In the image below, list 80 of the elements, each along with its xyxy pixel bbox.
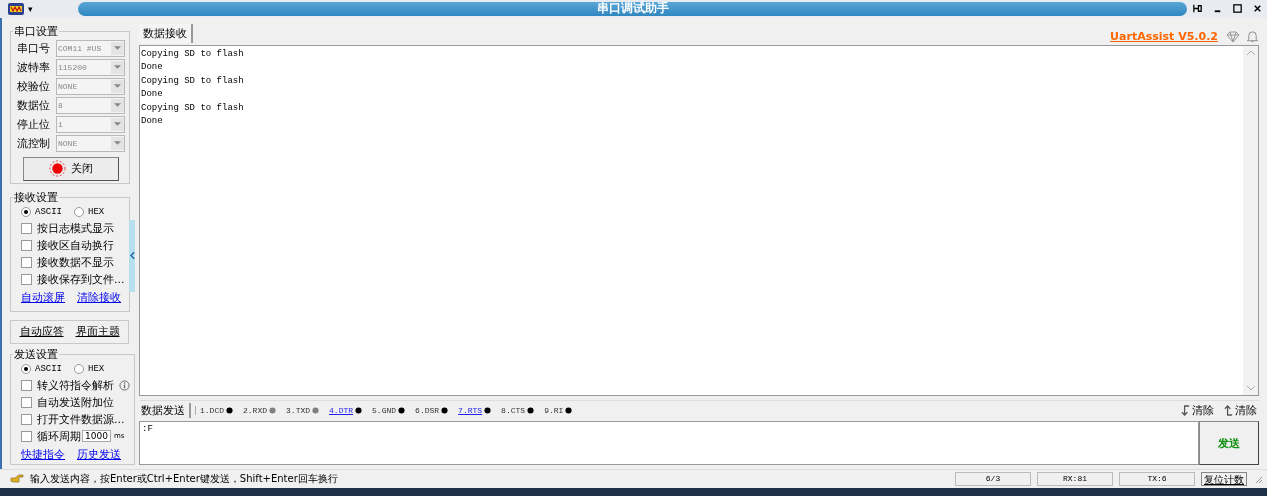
- radio-option[interactable]: HEX: [74, 363, 105, 374]
- signal-pin[interactable]: 1.DCD: [200, 405, 233, 415]
- checkbox-option[interactable]: 自动发送附加位: [21, 393, 114, 411]
- signal-pin[interactable]: 6.DSR: [415, 405, 449, 415]
- clear-button[interactable]: 清除: [1222, 402, 1259, 418]
- close-port-button[interactable]: 关闭: [23, 156, 119, 181]
- clear-button[interactable]: 清除: [1179, 402, 1216, 418]
- dropdown-arrow-icon: [114, 84, 121, 89]
- counter: TX:6: [1119, 472, 1195, 487]
- log-line: Done: [141, 61, 164, 75]
- resize-grip-icon[interactable]: [1253, 474, 1263, 485]
- maximize-icon[interactable]: [1231, 3, 1243, 15]
- dropdown-arrow-icon: [114, 141, 121, 146]
- chevron-left-icon: [129, 251, 135, 261]
- close-icon[interactable]: [1251, 3, 1263, 15]
- checkbox-option[interactable]: 转义符指令解析: [21, 376, 114, 394]
- log-line: Copying SD to flash: [141, 101, 245, 115]
- toolbar-link[interactable]: 自动应答: [19, 324, 64, 340]
- scroll-up-icon[interactable]: [1246, 49, 1255, 55]
- collapse-handle[interactable]: [129, 219, 135, 292]
- send-tab[interactable]: 数据发送: [139, 402, 191, 418]
- link[interactable]: 快捷指令: [21, 446, 65, 462]
- dropdown-arrow-icon: [114, 122, 121, 127]
- group-title: 接收设置: [13, 189, 59, 205]
- scroll-down-icon[interactable]: [1246, 386, 1255, 392]
- log-line: Copying SD to flash: [141, 47, 245, 61]
- radio-option[interactable]: ASCII: [21, 363, 62, 374]
- field-label: 数据位: [17, 97, 51, 113]
- checkbox-option[interactable]: 接收保存到文件...: [21, 270, 125, 288]
- signal-pin[interactable]: 7.RTS: [458, 405, 492, 415]
- link[interactable]: 清除接收: [77, 289, 121, 305]
- period-field[interactable]: 1000: [82, 430, 111, 443]
- pointing-hand-icon: [10, 474, 24, 485]
- link[interactable]: 自动滚屏: [21, 289, 65, 305]
- menu-caret[interactable]: ▾: [28, 4, 33, 14]
- field-label: 波特率: [17, 59, 51, 75]
- dropdown-arrow-icon: [114, 46, 121, 51]
- field-label: 串口号: [17, 40, 51, 56]
- radio-option[interactable]: HEX: [74, 206, 105, 217]
- window-title: 串口调试助手: [596, 0, 669, 18]
- link[interactable]: 历史发送: [77, 446, 121, 462]
- dropdown[interactable]: 8: [56, 96, 125, 114]
- log-line: Done: [141, 115, 164, 128]
- app-icon[interactable]: [8, 3, 24, 15]
- checkbox-option[interactable]: 接收数据不显示: [21, 253, 125, 271]
- receive-tab[interactable]: 数据接收: [139, 23, 193, 43]
- counter: RX:81: [1037, 472, 1113, 487]
- field-label: 停止位: [17, 116, 51, 132]
- checkbox-option[interactable]: 按日志模式显示: [21, 219, 125, 237]
- dropdown-arrow-icon: [114, 103, 121, 108]
- toolbar-link[interactable]: 界面主题: [75, 324, 120, 340]
- reset-count-button[interactable]: 复位计数: [1201, 472, 1247, 487]
- dropdown-arrow-icon: [114, 65, 121, 70]
- status-hint: 输入发送内容，按Enter或Ctrl+Enter键发送，Shift+Enter回车换行: [30, 472, 338, 487]
- signal-pin[interactable]: 9.RI: [544, 405, 573, 415]
- diamond-icon[interactable]: [1226, 30, 1240, 43]
- send-input[interactable]: :F: [139, 421, 1199, 466]
- down-arrow-icon: [1181, 404, 1190, 416]
- up-arrow-icon: [1224, 404, 1233, 416]
- pin-icon[interactable]: [1191, 3, 1203, 15]
- field-label: 流控制: [17, 135, 51, 151]
- signal-pin[interactable]: 8.CTS: [501, 405, 535, 415]
- group-title: 串口设置: [13, 23, 59, 39]
- signal-pin[interactable]: 3.TXD: [286, 405, 320, 415]
- checkbox-option[interactable]: 打开文件数据源...: [21, 410, 125, 428]
- radio-option[interactable]: ASCII: [21, 206, 62, 217]
- info-icon[interactable]: [119, 379, 130, 391]
- group-title: 发送设置: [13, 346, 59, 362]
- scrollbar[interactable]: [1243, 45, 1258, 396]
- signal-pin[interactable]: 5.GND: [372, 405, 406, 415]
- send-button[interactable]: 发送: [1199, 421, 1259, 466]
- log-line: Done: [141, 88, 164, 102]
- counter: 6/3: [955, 472, 1031, 487]
- checkbox-option[interactable]: 循环周期: [21, 427, 81, 445]
- field-label: 校验位: [17, 78, 51, 94]
- checkbox-option[interactable]: 接收区自动换行: [21, 236, 125, 254]
- signal-pin[interactable]: 2.RXD: [243, 405, 277, 415]
- log-line: Copying SD to flash: [141, 74, 245, 88]
- bell-icon[interactable]: [1246, 29, 1259, 43]
- signal-pin[interactable]: 4.DTR: [329, 405, 363, 415]
